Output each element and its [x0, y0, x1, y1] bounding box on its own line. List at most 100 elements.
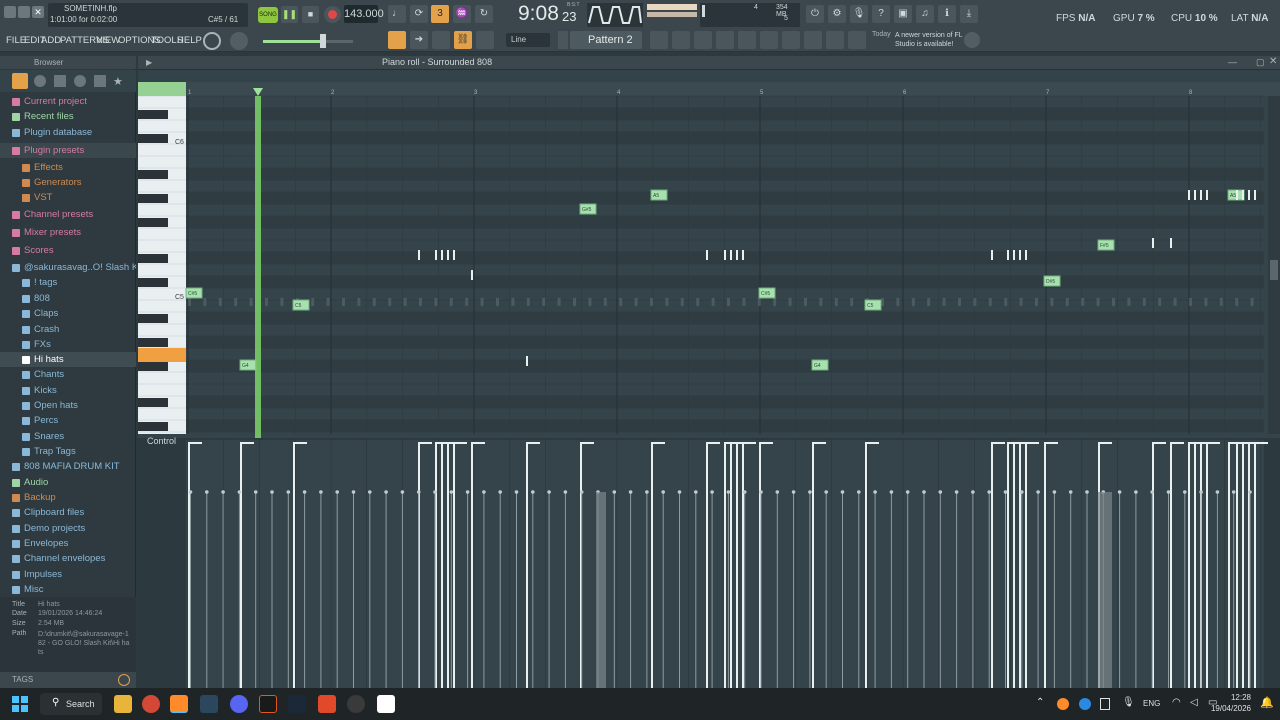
velocity-bar[interactable]: [1025, 442, 1027, 688]
tray-edge-icon[interactable]: [1079, 698, 1091, 710]
black-key[interactable]: [138, 218, 168, 227]
velocity-handle[interactable]: [889, 490, 894, 494]
velocity-bar[interactable]: [293, 442, 295, 688]
velocity-handle[interactable]: [824, 490, 828, 494]
velocity-handle[interactable]: [987, 490, 991, 494]
short-note[interactable]: [1200, 190, 1202, 200]
velocity-handle[interactable]: [1183, 490, 1187, 494]
browser-star-icon[interactable]: ★: [113, 75, 123, 88]
short-note[interactable]: [1206, 190, 1208, 200]
short-note[interactable]: [736, 250, 738, 260]
short-note[interactable]: [1025, 250, 1027, 260]
short-note[interactable]: [1254, 190, 1256, 200]
velocity-handle[interactable]: [270, 490, 274, 494]
velocity-handle[interactable]: [351, 490, 356, 494]
short-note[interactable]: [418, 250, 420, 260]
wifi-icon[interactable]: ◠: [1172, 697, 1181, 708]
browser-item-crash[interactable]: Crash: [0, 322, 136, 337]
velocity-bar[interactable]: [742, 442, 744, 688]
pattern-selector[interactable]: Pattern 2: [570, 31, 642, 49]
scroll-icon[interactable]: [432, 31, 450, 49]
short-note[interactable]: [453, 250, 455, 260]
velocity-bar[interactable]: [812, 442, 814, 688]
short-note[interactable]: [706, 250, 708, 260]
black-key[interactable]: [138, 338, 168, 347]
velocity-handle[interactable]: [677, 490, 682, 494]
browser-item-tags[interactable]: ! tags: [0, 275, 136, 290]
velocity-handle[interactable]: [645, 490, 649, 494]
browser-item-current-project[interactable]: Current project: [0, 94, 136, 109]
browser-item-impulses[interactable]: Impulses: [0, 567, 136, 582]
black-key[interactable]: [138, 134, 168, 143]
tags-search-icon[interactable]: [118, 674, 130, 686]
velocity-handle[interactable]: [482, 490, 486, 494]
velocity-bar[interactable]: [471, 442, 473, 688]
browser-item-open-hats[interactable]: Open hats: [0, 398, 136, 413]
game-icon[interactable]: [259, 695, 277, 713]
speaker-icon[interactable]: ◁: [1190, 697, 1198, 708]
obs-icon[interactable]: [347, 695, 365, 713]
velocity-handle[interactable]: [742, 490, 747, 494]
browser-item-plugin-database[interactable]: Plugin database: [0, 125, 136, 140]
velocity-handle[interactable]: [498, 490, 503, 494]
browser-icon[interactable]: [738, 31, 756, 49]
black-key[interactable]: [138, 110, 168, 119]
short-note[interactable]: [1188, 190, 1190, 200]
browser-item-percs[interactable]: Percs: [0, 413, 136, 428]
notifications-icon[interactable]: 🔔: [1260, 696, 1274, 709]
velocity-handle[interactable]: [531, 490, 535, 494]
velocity-handle[interactable]: [726, 490, 731, 494]
velocity-bar[interactable]: [1254, 442, 1256, 688]
short-note[interactable]: [742, 250, 744, 260]
short-note[interactable]: [1170, 238, 1172, 248]
velocity-bar[interactable]: [1170, 442, 1172, 688]
master-pitch-knob[interactable]: [203, 32, 221, 50]
velocity-handle[interactable]: [1215, 490, 1220, 494]
clock-date[interactable]: 19/04/2026: [1207, 704, 1251, 713]
black-key[interactable]: [138, 422, 168, 431]
velocity-bar[interactable]: [1242, 442, 1244, 688]
velocity-handle[interactable]: [1117, 490, 1122, 494]
download-icon[interactable]: ⤓: [960, 5, 978, 23]
metronome-icon[interactable]: ♩: [388, 5, 406, 23]
browser-item-trap-tags[interactable]: Trap Tags: [0, 444, 136, 459]
velocity-bar[interactable]: [1236, 442, 1238, 688]
browser-item-kicks[interactable]: Kicks: [0, 383, 136, 398]
velocity-handle[interactable]: [1052, 490, 1057, 494]
velocity-handle[interactable]: [449, 490, 454, 494]
velocity-handle[interactable]: [840, 490, 845, 494]
tags-label[interactable]: TAGS: [12, 675, 33, 684]
black-key[interactable]: [138, 194, 168, 203]
stop-button[interactable]: ■: [302, 6, 319, 23]
browser-item-scores[interactable]: Scores: [0, 243, 136, 258]
piano-roll-menu-icon[interactable]: ▶: [146, 58, 152, 67]
browser-item-hi-hats[interactable]: Hi hats: [0, 352, 136, 367]
clock-time[interactable]: 12:28: [1229, 693, 1251, 702]
fl-studio-icon[interactable]: [170, 695, 188, 713]
mixer-icon[interactable]: ⚙: [828, 5, 846, 23]
browser-current-icon[interactable]: [34, 75, 46, 87]
language-indicator[interactable]: ENG: [1143, 699, 1160, 708]
short-note[interactable]: [1019, 250, 1021, 260]
velocity-bar[interactable]: [706, 442, 708, 688]
velocity-handle[interactable]: [938, 490, 943, 494]
steam-2-icon[interactable]: [288, 695, 306, 713]
wait-icon[interactable]: ⟳: [410, 5, 428, 23]
app-icon[interactable]: [377, 695, 395, 713]
velocity-handle[interactable]: [922, 490, 926, 494]
discord-icon[interactable]: [230, 695, 248, 713]
velocity-bar[interactable]: [1228, 442, 1230, 688]
velocity-bar[interactable]: [188, 442, 190, 688]
velocity-handle[interactable]: [237, 490, 242, 494]
velocity-bar[interactable]: [1019, 442, 1021, 688]
velocity-handle[interactable]: [1248, 490, 1252, 494]
velocity-handle[interactable]: [1231, 490, 1236, 494]
browser-item-mixer-presets[interactable]: Mixer presets: [0, 225, 136, 240]
minimize-icon[interactable]: [18, 6, 30, 18]
velocity-bar[interactable]: [1044, 442, 1046, 688]
save-icon[interactable]: ▣: [894, 5, 912, 23]
piano-roll-icon[interactable]: [672, 31, 690, 49]
plugin-picker-icon[interactable]: [760, 31, 778, 49]
black-key[interactable]: [138, 398, 168, 407]
bird-icon[interactable]: [826, 31, 844, 49]
